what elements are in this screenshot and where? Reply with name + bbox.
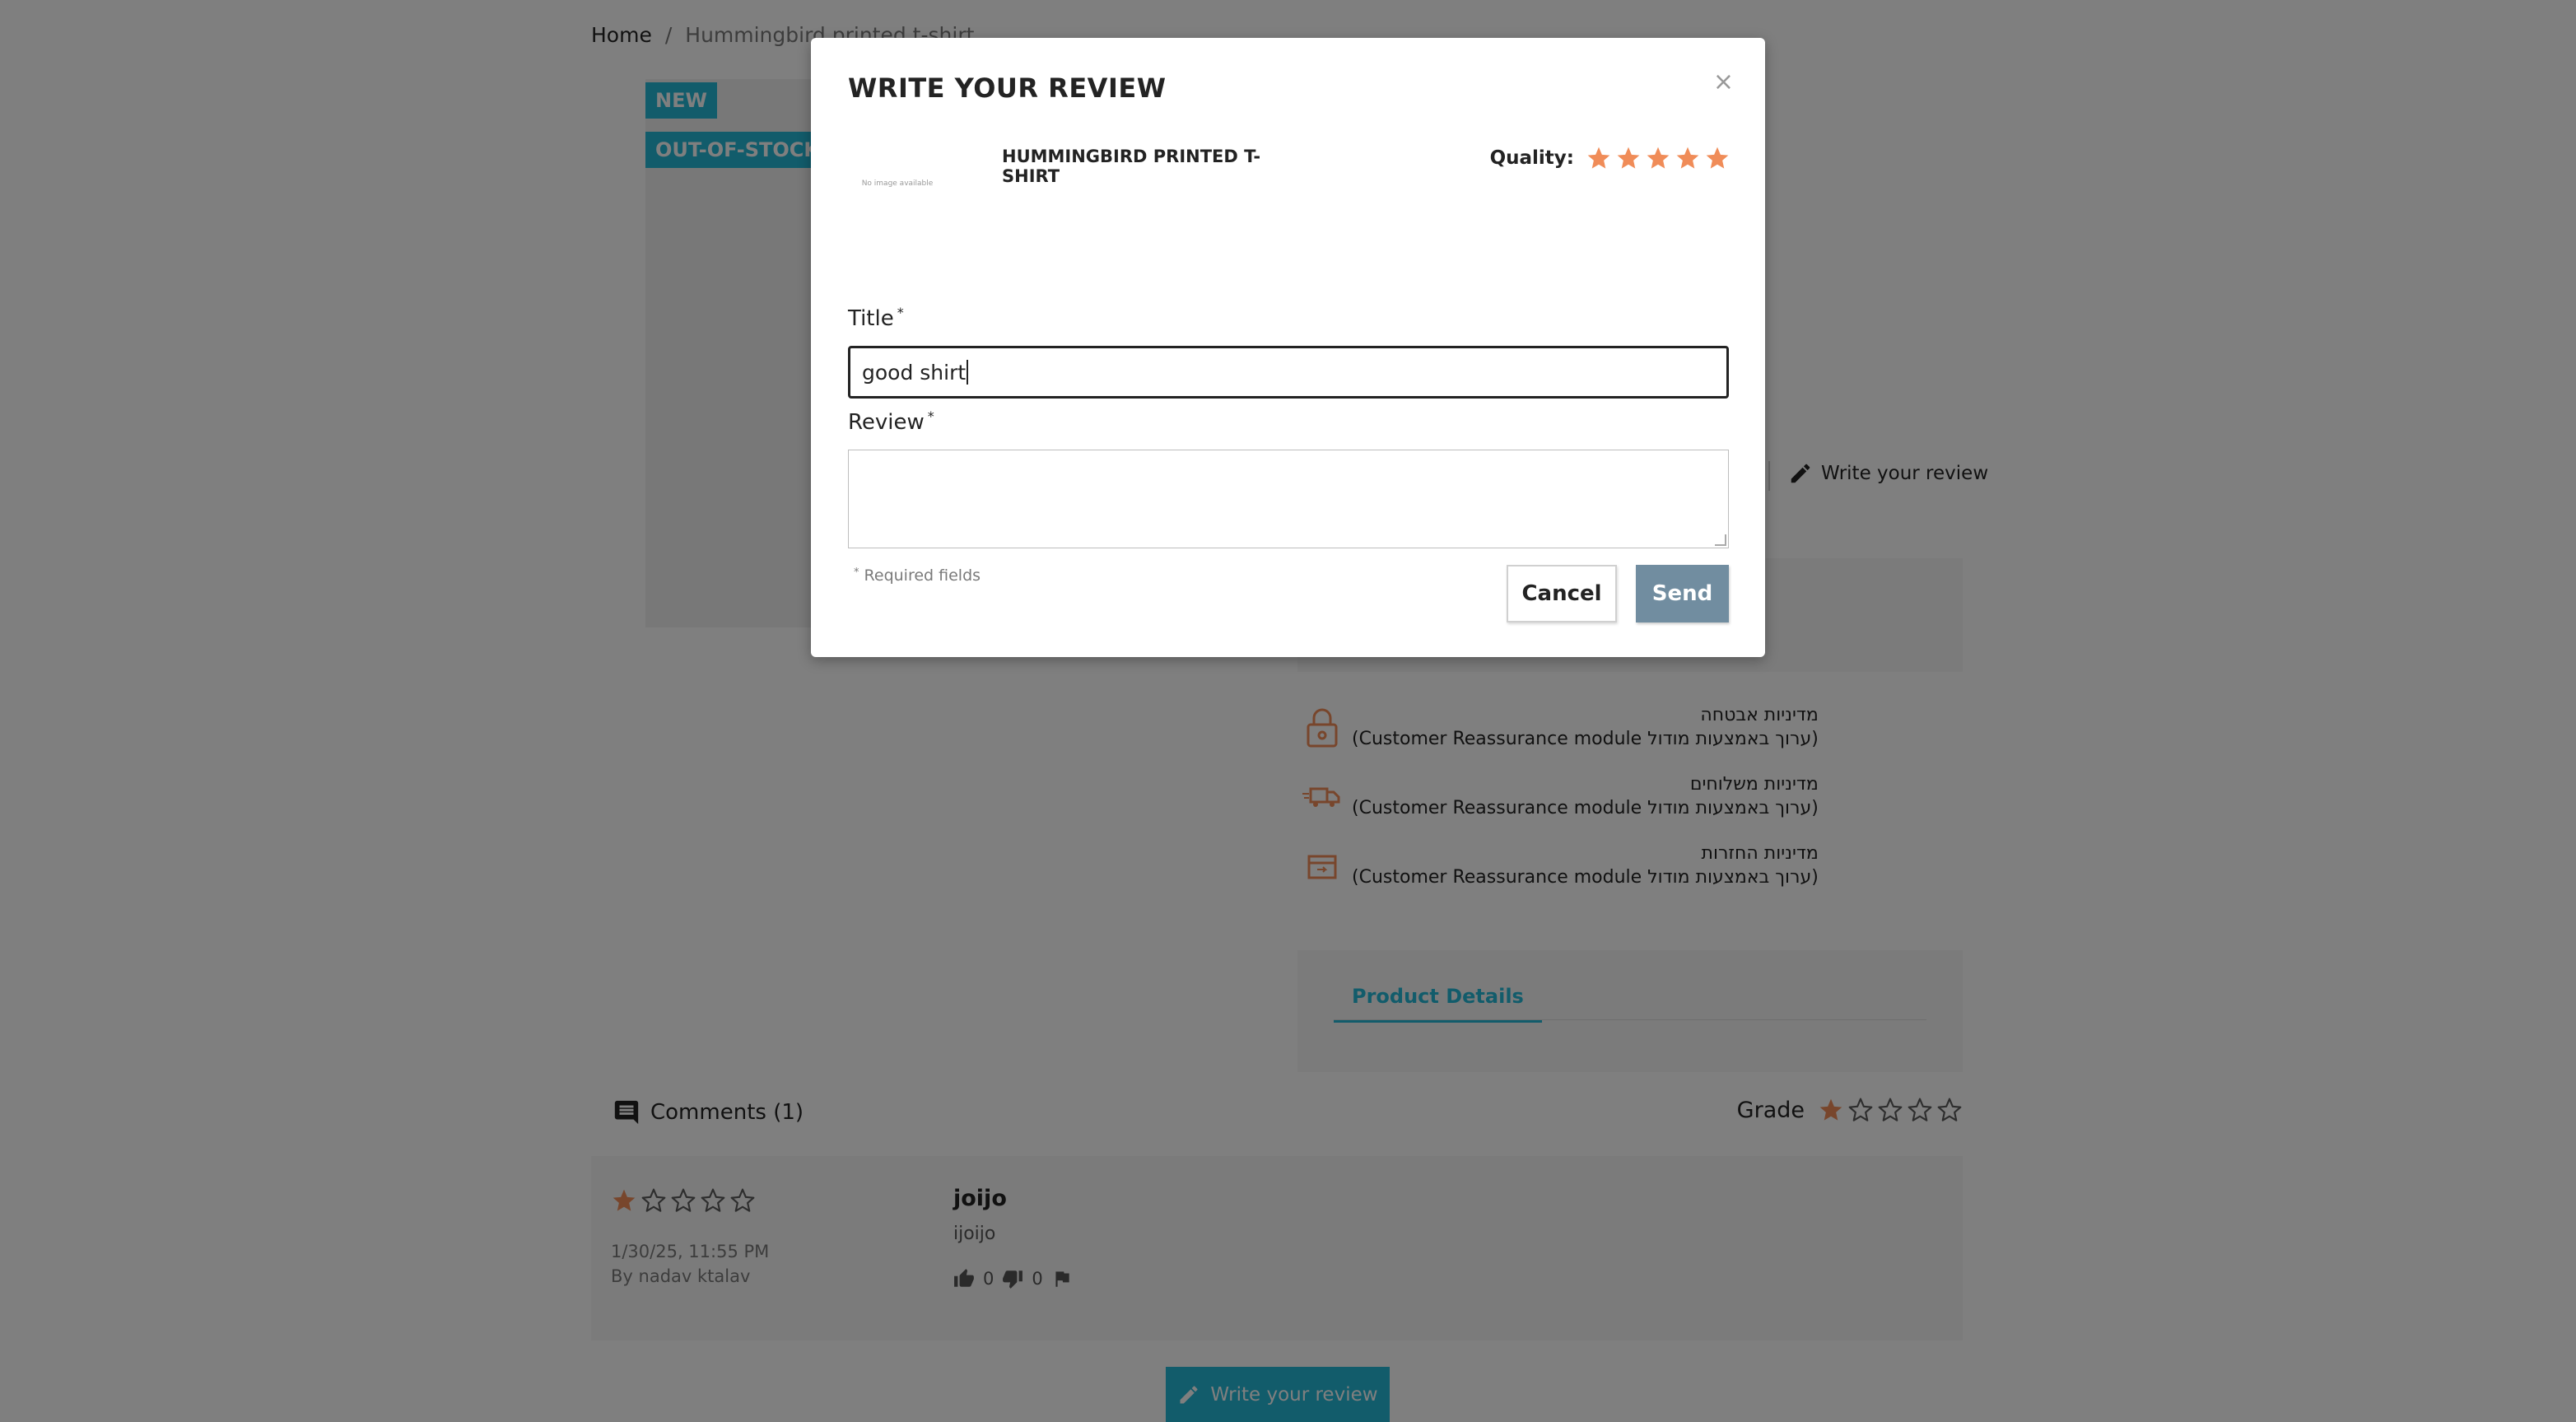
modal-title: WRITE YOUR REVIEW [848, 72, 1167, 104]
quality-stars[interactable] [1586, 145, 1731, 171]
star-filled-icon [1587, 147, 1610, 169]
cancel-button[interactable]: Cancel [1507, 565, 1617, 622]
star-filled-icon [1676, 147, 1699, 169]
write-review-modal: WRITE YOUR REVIEW × No image available H… [811, 38, 1765, 657]
required-fields-note: * Required fields [854, 566, 981, 585]
resize-handle[interactable] [1715, 534, 1726, 546]
title-input-value: good shirt [862, 360, 967, 385]
modal-product-name: HUMMINGBIRD PRINTED T-SHIRT [1002, 147, 1261, 186]
text-caret [967, 360, 969, 385]
title-input[interactable]: good shirt [848, 346, 1729, 399]
title-label: Title * [848, 305, 904, 331]
send-button[interactable]: Send [1636, 565, 1729, 622]
product-thumbnail: No image available [861, 179, 934, 188]
star-filled-icon [1617, 147, 1640, 169]
review-label: Review * [848, 408, 934, 435]
star-filled-icon [1647, 147, 1670, 169]
review-textarea[interactable] [848, 450, 1729, 548]
close-icon[interactable]: × [1713, 68, 1734, 96]
quality-rating: Quality: [1490, 145, 1731, 171]
star-filled-icon [1706, 147, 1729, 169]
quality-label: Quality: [1489, 147, 1574, 169]
